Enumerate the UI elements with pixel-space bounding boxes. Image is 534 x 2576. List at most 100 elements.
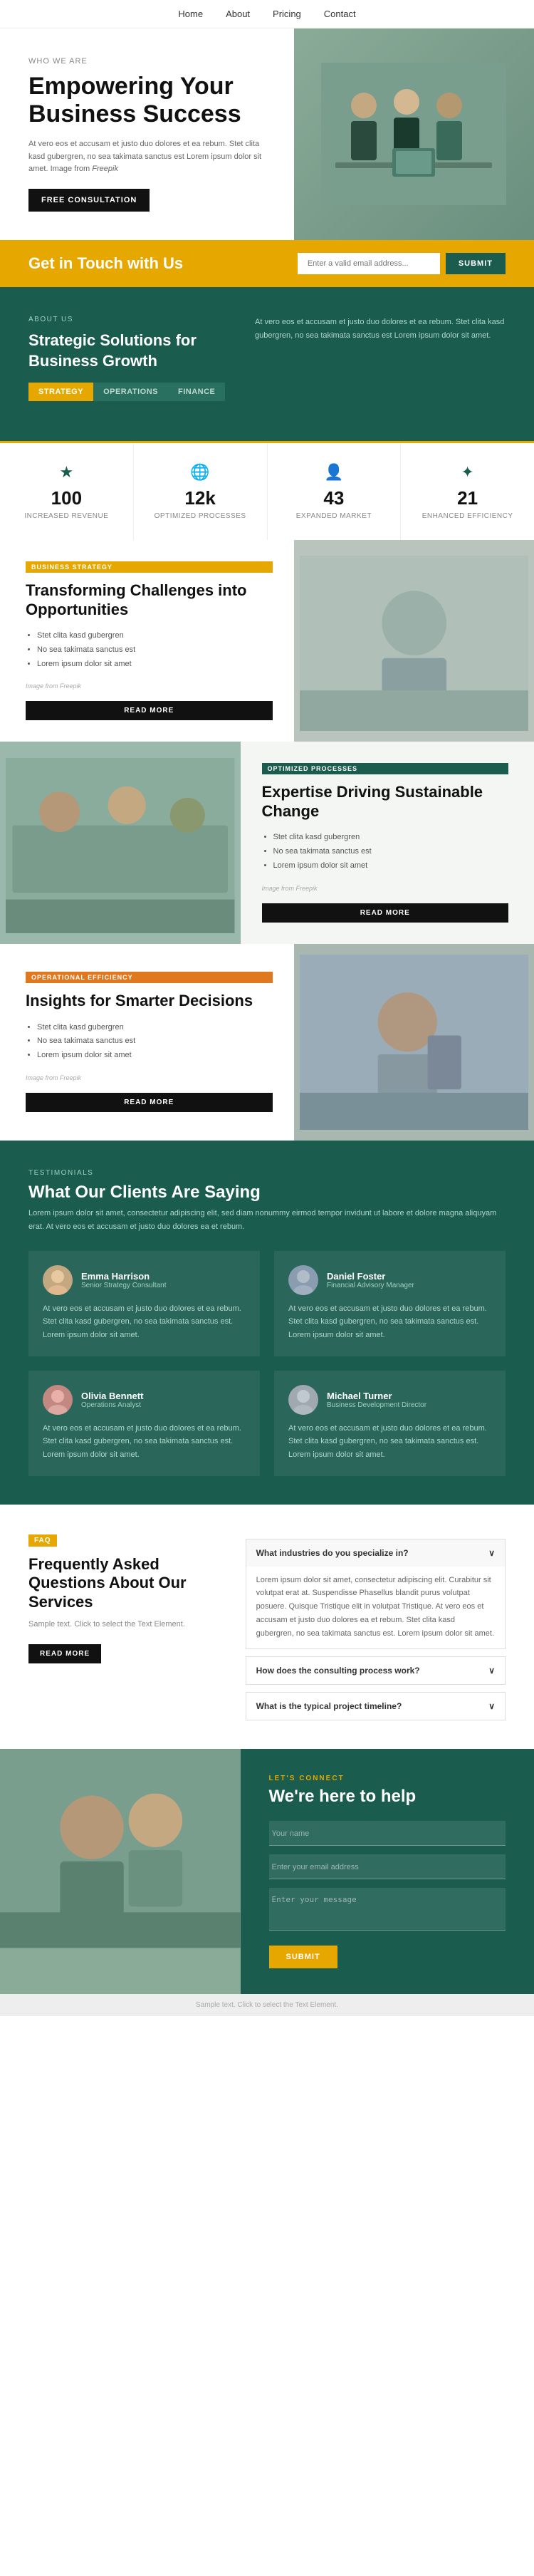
contact-submit-button[interactable]: SUBMIT <box>269 1946 337 1968</box>
signup-form: SUBMIT <box>298 253 506 274</box>
avatar-emma <box>43 1265 73 1295</box>
nav-contact[interactable]: Contact <box>324 9 356 19</box>
avatar-olivia <box>43 1385 73 1415</box>
hero-cta-button[interactable]: FREE CONSULTATION <box>28 189 150 212</box>
testimonial-1-name: Emma Harrison <box>81 1271 167 1282</box>
article-3-credit: Image from Freepik <box>26 1074 273 1081</box>
contact-image-placeholder <box>0 1749 241 1948</box>
article-3-read-more-button[interactable]: READ MORE <box>26 1093 273 1112</box>
tab-strategy[interactable]: STRATEGY <box>28 383 93 401</box>
contact-section: LET'S CONNECT We're here to help SUBMIT <box>0 1749 534 1994</box>
faq-item-3: What is the typical project timeline? ∨ … <box>246 1692 506 1720</box>
testimonial-3-title: Operations Analyst <box>81 1401 143 1409</box>
about-heading: Strategic Solutions for Business Growth <box>28 331 234 371</box>
signup-submit-button[interactable]: SUBMIT <box>446 253 506 274</box>
faq-item-1-header[interactable]: What industries do you specialize in? ∨ <box>246 1539 505 1567</box>
stat-revenue-number: 100 <box>51 487 82 509</box>
article-3-content: OPERATIONAL EFFICIENCY Insights for Smar… <box>0 944 294 1141</box>
testimonial-2-text: At vero eos et accusam et justo duo dolo… <box>288 1302 491 1342</box>
article-card-3: OPERATIONAL EFFICIENCY Insights for Smar… <box>0 944 534 1141</box>
testimonials-label: TESTIMONIALS <box>28 1169 506 1177</box>
testimonial-2-info: Daniel Foster Financial Advisory Manager <box>327 1271 414 1289</box>
email-input[interactable] <box>298 253 440 274</box>
contact-lets-label: LET'S CONNECT <box>269 1775 506 1782</box>
footer-note: Sample text. Click to select the Text El… <box>0 1994 534 2016</box>
article-1-image-placeholder <box>294 540 534 742</box>
hero-body: At vero eos et accusam et justo duo dolo… <box>28 138 273 176</box>
testimonials-section: TESTIMONIALS What Our Clients Are Saying… <box>0 1141 534 1505</box>
testimonial-2-person: Daniel Foster Financial Advisory Manager <box>288 1265 491 1295</box>
stats-row: ★ 100 Increased Revenue 🌐 12k Optimized … <box>0 441 534 540</box>
faq-item-2: How does the consulting process work? ∨ … <box>246 1656 506 1685</box>
contact-heading: We're here to help <box>269 1787 506 1807</box>
stat-processes: 🌐 12k Optimized Processes <box>134 443 268 540</box>
stat-efficiency-number: 21 <box>457 487 478 509</box>
faq-item-2-header[interactable]: How does the consulting process work? ∨ <box>246 1657 505 1684</box>
testimonial-2-name: Daniel Foster <box>327 1271 414 1282</box>
faq-item-1: What industries do you specialize in? ∨ … <box>246 1539 506 1649</box>
stat-market-label: Expanded Market <box>296 512 372 520</box>
article-2-content: OPTIMIZED PROCESSES Expertise Driving Su… <box>241 742 534 943</box>
testimonials-grid: Emma Harrison Senior Strategy Consultant… <box>28 1251 506 1476</box>
hero-image-placeholder <box>294 28 534 240</box>
article-2-image-placeholder <box>0 742 241 943</box>
faq-read-more-button[interactable]: READ MORE <box>28 1644 101 1663</box>
contact-name-input[interactable] <box>269 1821 506 1846</box>
list-item: Stet clita kasd gubergren <box>273 831 509 845</box>
contact-message-input[interactable] <box>269 1888 506 1931</box>
article-1-credit: Image from Freepik <box>26 682 273 690</box>
article-1-bullets: Stet clita kasd gubergren No sea takimat… <box>37 629 273 671</box>
about-body: At vero eos et accusam et justo duo dolo… <box>255 316 506 342</box>
footer-note-text: Sample text. Click to select the Text El… <box>196 2001 338 2009</box>
about-tabs: STRATEGY OPERATIONS FINANCE <box>28 383 234 401</box>
chevron-up-icon: ∨ <box>488 1548 495 1558</box>
nav-pricing[interactable]: Pricing <box>273 9 301 19</box>
article-1-read-more-button[interactable]: READ MORE <box>26 701 273 720</box>
contact-email-input[interactable] <box>269 1854 506 1879</box>
signup-heading: Get in Touch with Us <box>28 254 183 273</box>
tab-finance[interactable]: FINANCE <box>168 383 225 401</box>
testimonial-4-text: At vero eos et accusam et justo duo dolo… <box>288 1422 491 1462</box>
hero-content: WHO WE ARE Empowering Your Business Succ… <box>0 28 294 240</box>
article-2-heading: Expertise Driving Sustainable Change <box>262 783 509 821</box>
stat-market-number: 43 <box>323 487 344 509</box>
faq-item-2-question: How does the consulting process work? <box>256 1666 420 1676</box>
about-inner: ABOUT US Strategic Solutions for Busines… <box>28 316 506 412</box>
testimonial-1-title: Senior Strategy Consultant <box>81 1282 167 1289</box>
testimonial-card-3: Olivia Bennett Operations Analyst At ver… <box>28 1371 260 1476</box>
about-section: ABOUT US Strategic Solutions for Busines… <box>0 287 534 441</box>
article-card-1: BUSINESS STRATEGY Transforming Challenge… <box>0 540 534 742</box>
tab-operations[interactable]: OPERATIONS <box>93 383 168 401</box>
testimonials-heading: What Our Clients Are Saying <box>28 1183 506 1203</box>
faq-item-1-question: What industries do you specialize in? <box>256 1548 409 1558</box>
article-1-image <box>294 540 534 742</box>
article-2-credit: Image from Freepik <box>262 885 509 892</box>
testimonial-1-text: At vero eos et accusam et justo duo dolo… <box>43 1302 246 1342</box>
about-label: ABOUT US <box>28 316 234 323</box>
testimonial-1-info: Emma Harrison Senior Strategy Consultant <box>81 1271 167 1289</box>
testimonial-card-2: Daniel Foster Financial Advisory Manager… <box>274 1251 506 1356</box>
testimonial-3-name: Olivia Bennett <box>81 1391 143 1401</box>
stat-efficiency: ✦ 21 Enhanced Efficiency <box>401 443 534 540</box>
testimonials-intro: Lorem ipsum dolor sit amet, consectetur … <box>28 1207 506 1233</box>
article-2-read-more-button[interactable]: READ MORE <box>262 903 509 923</box>
testimonial-3-person: Olivia Bennett Operations Analyst <box>43 1385 246 1415</box>
contact-illustration <box>0 1749 241 1948</box>
hero-heading: Empowering Your Business Success <box>28 73 273 128</box>
stat-revenue-label: Increased Revenue <box>24 512 108 520</box>
diamond-icon: ✦ <box>461 463 473 482</box>
stat-processes-label: Optimized Processes <box>155 512 246 520</box>
faq-heading: Frequently Asked Questions About Our Ser… <box>28 1555 217 1611</box>
article-2-illustration <box>6 753 235 938</box>
article-1-tag: BUSINESS STRATEGY <box>26 561 273 573</box>
nav-about[interactable]: About <box>226 9 250 19</box>
testimonial-4-name: Michael Turner <box>327 1391 426 1401</box>
list-item: Stet clita kasd gubergren <box>37 629 273 643</box>
list-item: Lorem ipsum dolor sit amet <box>37 658 273 672</box>
email-signup-bar: Get in Touch with Us SUBMIT <box>0 240 534 287</box>
list-item: Lorem ipsum dolor sit amet <box>37 1049 273 1063</box>
list-item: No sea takimata sanctus est <box>37 643 273 658</box>
article-3-image <box>294 944 534 1141</box>
nav-home[interactable]: Home <box>178 9 203 19</box>
faq-item-3-header[interactable]: What is the typical project timeline? ∨ <box>246 1693 505 1720</box>
